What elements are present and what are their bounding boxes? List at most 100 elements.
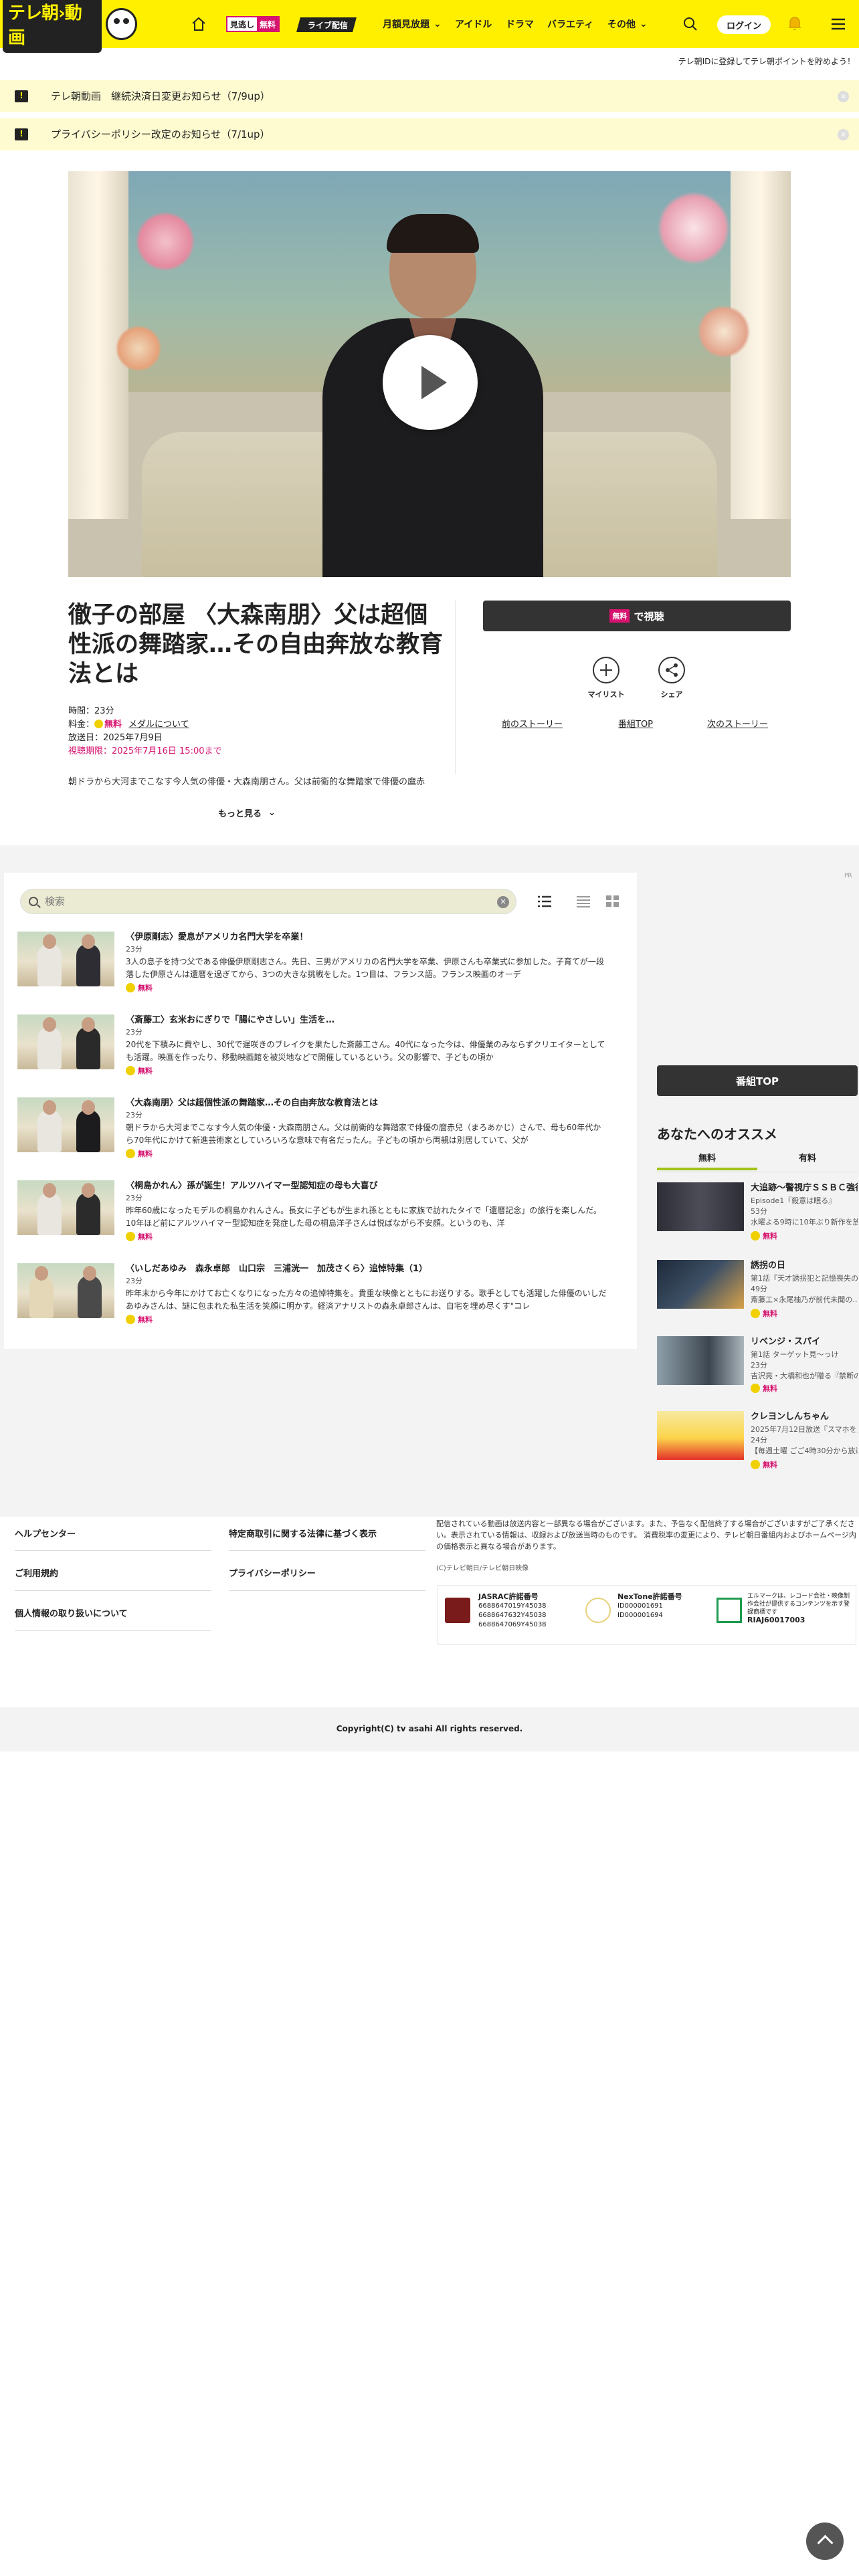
id-promo-link[interactable]: テレ朝IDに登録してテレ朝ポイントを貯めよう！ [0,53,859,70]
show-more-button[interactable]: もっと見る ⌄ [218,807,276,819]
medal-coin-icon [751,1309,760,1318]
episode-item[interactable]: 〈いしだあゆみ 森永卓郎 山口宗 三浦洸一 加茂さくら〉追悼特集（1） 23分 … [17,1263,619,1337]
footer-terms-link[interactable]: ご利用規約 [15,1566,58,1579]
recommend-item[interactable]: リベンジ・スパイ 第1話 ターゲット見～っけ 23分 吉沢亮・大橋和也が贈る『禁断の… [657,1336,858,1393]
prev-story-link[interactable]: 前のストーリー [502,717,563,730]
episode-title: 〈伊原剛志〉愛息がアメリカ名門大学を卒業！ [126,932,308,942]
nav-idol[interactable]: アイドル [455,17,492,31]
flower-decor [135,211,195,272]
logo-wordmark: テレ朝›動画 [3,0,102,53]
free-badge: 無料 [751,1230,777,1241]
recommend-details: 第1話『天才誘拐犯と記憶喪失の少女』 49分斎藤工×永尾柚乃が前代未聞の… [751,1273,858,1305]
nav-variety[interactable]: バラエティ [547,17,593,31]
recommend-item[interactable]: 大追跡～警視庁ＳＳＢＣ強行犯係～ Episode1『殺意は眠る』 53分水曜よる9… [657,1182,858,1241]
episode-search[interactable]: ✕ [20,889,516,914]
recommend-item[interactable]: クレヨンしんちゃん 2025年7月12日放送『スマホを見つけたゾ』 24分【毎週土… [657,1411,858,1469]
list-view-icon[interactable] [538,895,551,907]
next-story-link[interactable]: 次のストーリー [707,717,768,730]
close-icon[interactable]: ✕ [838,129,849,140]
free-badge: 無料 [126,1231,153,1242]
price-value: 無料 [104,720,122,730]
medal-info-link[interactable]: メダルについて [128,720,189,730]
medal-coin-icon [751,1460,760,1469]
footer-help-link[interactable]: ヘルプセンター [15,1527,76,1539]
nav-subscription[interactable]: 月額見放題 ⌄ [383,17,442,31]
episode-thumbnail [17,1097,114,1152]
nextone-logo-icon [585,1598,611,1623]
close-icon[interactable]: ✕ [838,91,849,102]
license-number: ID000001694 [617,1612,663,1619]
program-top-link[interactable]: 番組TOP [618,717,653,730]
footer-legal-link[interactable]: 特定商取引に関する法律に基づく表示 [229,1527,377,1539]
watch-label: で視聴 [634,610,664,623]
video-player[interactable] [68,171,791,577]
episode-item[interactable]: 〈大森南朋〉父は超個性派の舞踏家…その自由奔放な教育法とは 23分 朝ドラから大… [17,1097,619,1171]
search-input[interactable] [45,893,486,909]
login-button[interactable]: ログイン [717,15,771,34]
recommend-thumbnail [657,1260,744,1309]
live-stream-badge[interactable]: ライブ配信 [296,17,357,32]
site-logo[interactable]: テレ朝›動画 [0,0,137,53]
medal-coin-icon [126,983,135,992]
episode-item[interactable]: 〈斎藤工〉玄米おにぎりで「腸にやさしい」生活を… 23分 20代を下積みに費やし… [17,1014,619,1088]
episode-item[interactable]: 〈桐島かれん〉孫が誕生！アルツハイマー型認知症の母も大喜び 23分 昨年60歳に… [17,1180,619,1254]
share-button[interactable] [658,657,685,683]
mylist-button[interactable] [593,657,619,683]
free-label: 無料 [257,17,279,31]
license-box: JASRAC許諾番号 6688647019Y45038 6688647632Y450… [438,1585,856,1645]
search-icon[interactable] [682,16,698,32]
episode-thumbnail [17,1180,114,1235]
program-top-button[interactable]: 番組TOP [657,1065,858,1096]
free-badge: 無料 [126,1148,153,1159]
flower-decor [657,191,731,265]
episode-item[interactable]: 〈伊原剛志〉愛息がアメリカ名門大学を卒業！ 23分 3人の息子を持つ父である俳優… [17,932,619,1005]
episode-title: 〈桐島かれん〉孫が誕生！アルツハイマー型認知症の母も大喜び [126,1181,378,1191]
divider [229,1550,425,1551]
grid-view-icon[interactable] [606,895,619,907]
recommend-item[interactable]: 誘拐の日 第1話『天才誘拐犯と記憶喪失の少女』 49分斎藤工×永尾柚乃が前代未聞の… [657,1260,858,1318]
nav-other[interactable]: その他 ⌄ [607,17,648,31]
notice-bar[interactable]: プライバシーポリシー改定のお知らせ（7/1up） ✕ [0,118,859,150]
episode-summary: 朝ドラから大河までこなす今人気の俳優・大森南朋さん。父は前衛的な舞踏家で俳優の麿… [126,1123,601,1145]
scroll-to-top-button[interactable] [806,2523,844,2560]
tab-free[interactable]: 無料 [657,1148,757,1170]
notice-icon [15,90,28,102]
license-number: RIAJ60017003 [747,1616,805,1624]
free-label: 無料 [763,1232,777,1241]
program-description: 朝ドラから大河までこなす今人気の俳優・大森南朋さん。父は前衛的な舞踏家で俳優の麿… [68,777,425,787]
footer-privacy-handling-link[interactable]: 個人情報の取り扱いについて [15,1606,128,1619]
license-name: NexTone許諾番号 [617,1592,682,1601]
divider [229,1590,425,1591]
recommend-duration: 53分 [751,1207,767,1216]
share-icon [666,663,678,677]
play-button[interactable] [383,335,478,430]
hamburger-menu-icon[interactable] [831,17,846,31]
medal-coin-icon [94,720,104,728]
flower-decor [115,325,162,372]
episode-list-panel: ✕ 〈伊原剛志〉愛息がアメリカ名門大学を卒業！ 23分 3人の息子を持つ父である… [4,873,637,1349]
free-badge: 無料 [751,1308,777,1319]
free-badge: 無料 [751,1383,777,1394]
clear-icon[interactable]: ✕ [497,896,509,908]
recommend-note: 斎藤工×永尾柚乃が前代未聞の… [751,1295,858,1304]
nav-label: 月額見放題 [383,19,430,30]
recommend-note: 【毎週土曜 ごご4時30分から放送】 [751,1446,858,1455]
recommend-subtitle: Episode1『殺意は眠る』 [751,1196,836,1205]
lmark-logo-icon [717,1598,742,1623]
episode-duration: 23分 [126,1111,142,1119]
duration: 時間：23分 [68,706,114,716]
catchup-free-badge[interactable]: 見逃し 無料 [226,16,280,32]
footer-privacy-policy-link[interactable]: プライバシーポリシー [229,1566,316,1579]
bell-icon[interactable] [787,15,803,32]
nav-drama[interactable]: ドラマ [506,17,534,31]
watch-free-button[interactable]: 無料 で視聴 [483,601,791,631]
compact-view-icon[interactable] [577,895,590,907]
tab-paid[interactable]: 有料 [757,1148,858,1170]
chevron-down-icon: ⌄ [640,19,648,29]
recommend-details: Episode1『殺意は眠る』 53分 水曜よる9時に10年ぶり新作を放送 [751,1196,858,1228]
free-badge: 無料 [126,1314,153,1325]
notice-bar[interactable]: テレ朝動画 継続決済日変更お知らせ（7/9up） ✕ [0,80,859,112]
recommend-title-text: リベンジ・スパイ [751,1337,821,1347]
jasrac-logo-icon [445,1598,470,1623]
home-icon[interactable] [191,16,207,32]
